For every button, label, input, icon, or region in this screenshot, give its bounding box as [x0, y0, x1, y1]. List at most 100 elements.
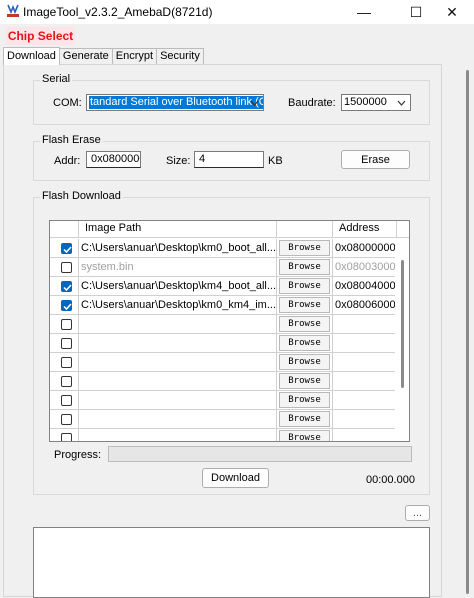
serial-group-title: Serial: [40, 73, 73, 85]
row-image-path-cell[interactable]: C:\Users\anuar\Desktop\km0_boot_all....: [79, 239, 277, 258]
browse-button[interactable]: Browse: [279, 354, 330, 370]
row-address-cell[interactable]: [333, 353, 397, 372]
window-title: ImageTool_v2.3.2_AmebaD(8721d): [23, 5, 213, 19]
row-address: 0x08006000: [335, 299, 396, 311]
row-address: [333, 337, 335, 349]
table-row: system.bin Browse 0x08003000: [50, 258, 397, 277]
log-output[interactable]: [33, 527, 430, 598]
window-scrollbar-thumb[interactable]: [466, 70, 469, 594]
table-row: Browse: [50, 334, 397, 353]
row-image-path: [79, 413, 81, 425]
close-button[interactable]: ✕: [430, 0, 474, 24]
row-check-cell: [50, 315, 79, 334]
tab-generate-label: Generate: [62, 50, 109, 62]
com-port-value: tandard Serial over Bluetooth link (COM4…: [89, 96, 263, 109]
tab-security[interactable]: Security: [156, 48, 204, 65]
row-image-path: C:\Users\anuar\Desktop\km0_boot_all....: [81, 242, 277, 254]
row-image-path-cell[interactable]: [79, 429, 277, 441]
row-address-cell[interactable]: [333, 372, 397, 391]
table-row: C:\Users\anuar\Desktop\km0_boot_all.... B…: [50, 239, 397, 258]
row-check-cell: [50, 258, 79, 277]
download-button-label: Download: [211, 472, 260, 484]
row-image-path-cell[interactable]: [79, 391, 277, 410]
row-check-cell: [50, 353, 79, 372]
row-checkbox[interactable]: [61, 357, 72, 368]
erase-button-label: Erase: [361, 153, 390, 166]
row-image-path-cell[interactable]: [79, 410, 277, 429]
row-browse-cell: Browse: [277, 277, 333, 296]
row-image-path-cell[interactable]: C:\Users\anuar\Desktop\km4_boot_all....: [79, 277, 277, 296]
browse-button[interactable]: Browse: [279, 373, 330, 389]
row-browse-cell: Browse: [277, 334, 333, 353]
minimize-button[interactable]: —: [342, 0, 386, 24]
row-address: [333, 394, 335, 406]
tab-encrypt[interactable]: Encrypt: [111, 48, 158, 65]
row-checkbox[interactable]: [61, 262, 72, 273]
row-checkbox[interactable]: [61, 338, 72, 349]
browse-button[interactable]: Browse: [279, 411, 330, 427]
image-table: Image Path Address C:\Users\anuar\Deskto…: [49, 220, 410, 442]
row-image-path-cell[interactable]: [79, 372, 277, 391]
download-button[interactable]: Download: [202, 468, 269, 488]
row-address-cell[interactable]: [333, 429, 397, 441]
row-check-cell: [50, 410, 79, 429]
row-check-cell: [50, 239, 79, 258]
table-row: Browse: [50, 315, 397, 334]
row-checkbox[interactable]: [61, 281, 72, 292]
tab-security-label: Security: [160, 50, 200, 62]
row-address-cell[interactable]: 0x08000000: [333, 239, 397, 258]
chip-select-label: Chip Select: [7, 29, 74, 43]
row-address-cell[interactable]: [333, 334, 397, 353]
row-checkbox[interactable]: [61, 414, 72, 425]
flash-download-group-title: Flash Download: [40, 190, 123, 202]
chevron-down-icon: [397, 100, 406, 106]
row-address-cell[interactable]: [333, 315, 397, 334]
row-address-cell[interactable]: 0x08006000: [333, 296, 397, 315]
row-checkbox[interactable]: [61, 300, 72, 311]
tab-generate[interactable]: Generate: [58, 48, 113, 65]
browse-button[interactable]: Browse: [279, 278, 330, 294]
erase-button[interactable]: Erase: [341, 150, 410, 169]
table-row: C:\Users\anuar\Desktop\km4_boot_all.... B…: [50, 277, 397, 296]
table-scrollbar-thumb[interactable]: [401, 260, 404, 388]
browse-button[interactable]: Browse: [279, 316, 330, 332]
browse-button[interactable]: Browse: [279, 297, 330, 313]
row-check-cell: [50, 372, 79, 391]
row-image-path-cell[interactable]: C:\Users\anuar\Desktop\km0_km4_im....: [79, 296, 277, 315]
row-checkbox[interactable]: [61, 395, 72, 406]
row-check-cell: [50, 429, 79, 441]
browse-button[interactable]: Browse: [279, 259, 330, 275]
baudrate-select[interactable]: 1500000: [341, 94, 411, 111]
erase-size-input[interactable]: 4: [194, 151, 264, 168]
table-scrollbar[interactable]: [395, 238, 409, 441]
browse-button[interactable]: Browse: [279, 240, 330, 256]
minimize-icon: —: [357, 4, 371, 20]
table-row: Browse: [50, 372, 397, 391]
row-checkbox[interactable]: [61, 243, 72, 254]
header-address-text: Address: [339, 222, 380, 234]
chip-select-button[interactable]: Chip Select: [6, 27, 75, 45]
row-image-path-cell[interactable]: [79, 353, 277, 372]
row-checkbox[interactable]: [61, 433, 72, 441]
app-logo-icon: [7, 4, 19, 17]
row-checkbox[interactable]: [61, 319, 72, 330]
row-image-path-cell[interactable]: [79, 315, 277, 334]
row-browse-cell: Browse: [277, 429, 333, 441]
com-port-select[interactable]: tandard Serial over Bluetooth link (COM4…: [86, 94, 264, 111]
browse-button[interactable]: Browse: [279, 430, 330, 441]
more-button[interactable]: ...: [405, 505, 430, 521]
maximize-icon: ☐: [409, 4, 423, 20]
row-image-path-cell[interactable]: system.bin: [79, 258, 277, 277]
browse-button[interactable]: Browse: [279, 392, 330, 408]
row-address-cell[interactable]: 0x08004000: [333, 277, 397, 296]
row-image-path-cell[interactable]: [79, 334, 277, 353]
row-address-cell[interactable]: [333, 391, 397, 410]
tab-download[interactable]: Download: [3, 47, 60, 65]
window-scrollbar[interactable]: [460, 66, 474, 598]
browse-button[interactable]: Browse: [279, 335, 330, 351]
erase-addr-input[interactable]: 0x08000000: [86, 151, 141, 168]
row-address-cell[interactable]: [333, 410, 397, 429]
row-address-cell[interactable]: 0x08003000: [333, 258, 397, 277]
row-checkbox[interactable]: [61, 376, 72, 387]
header-image-path-text: Image Path: [85, 222, 142, 234]
